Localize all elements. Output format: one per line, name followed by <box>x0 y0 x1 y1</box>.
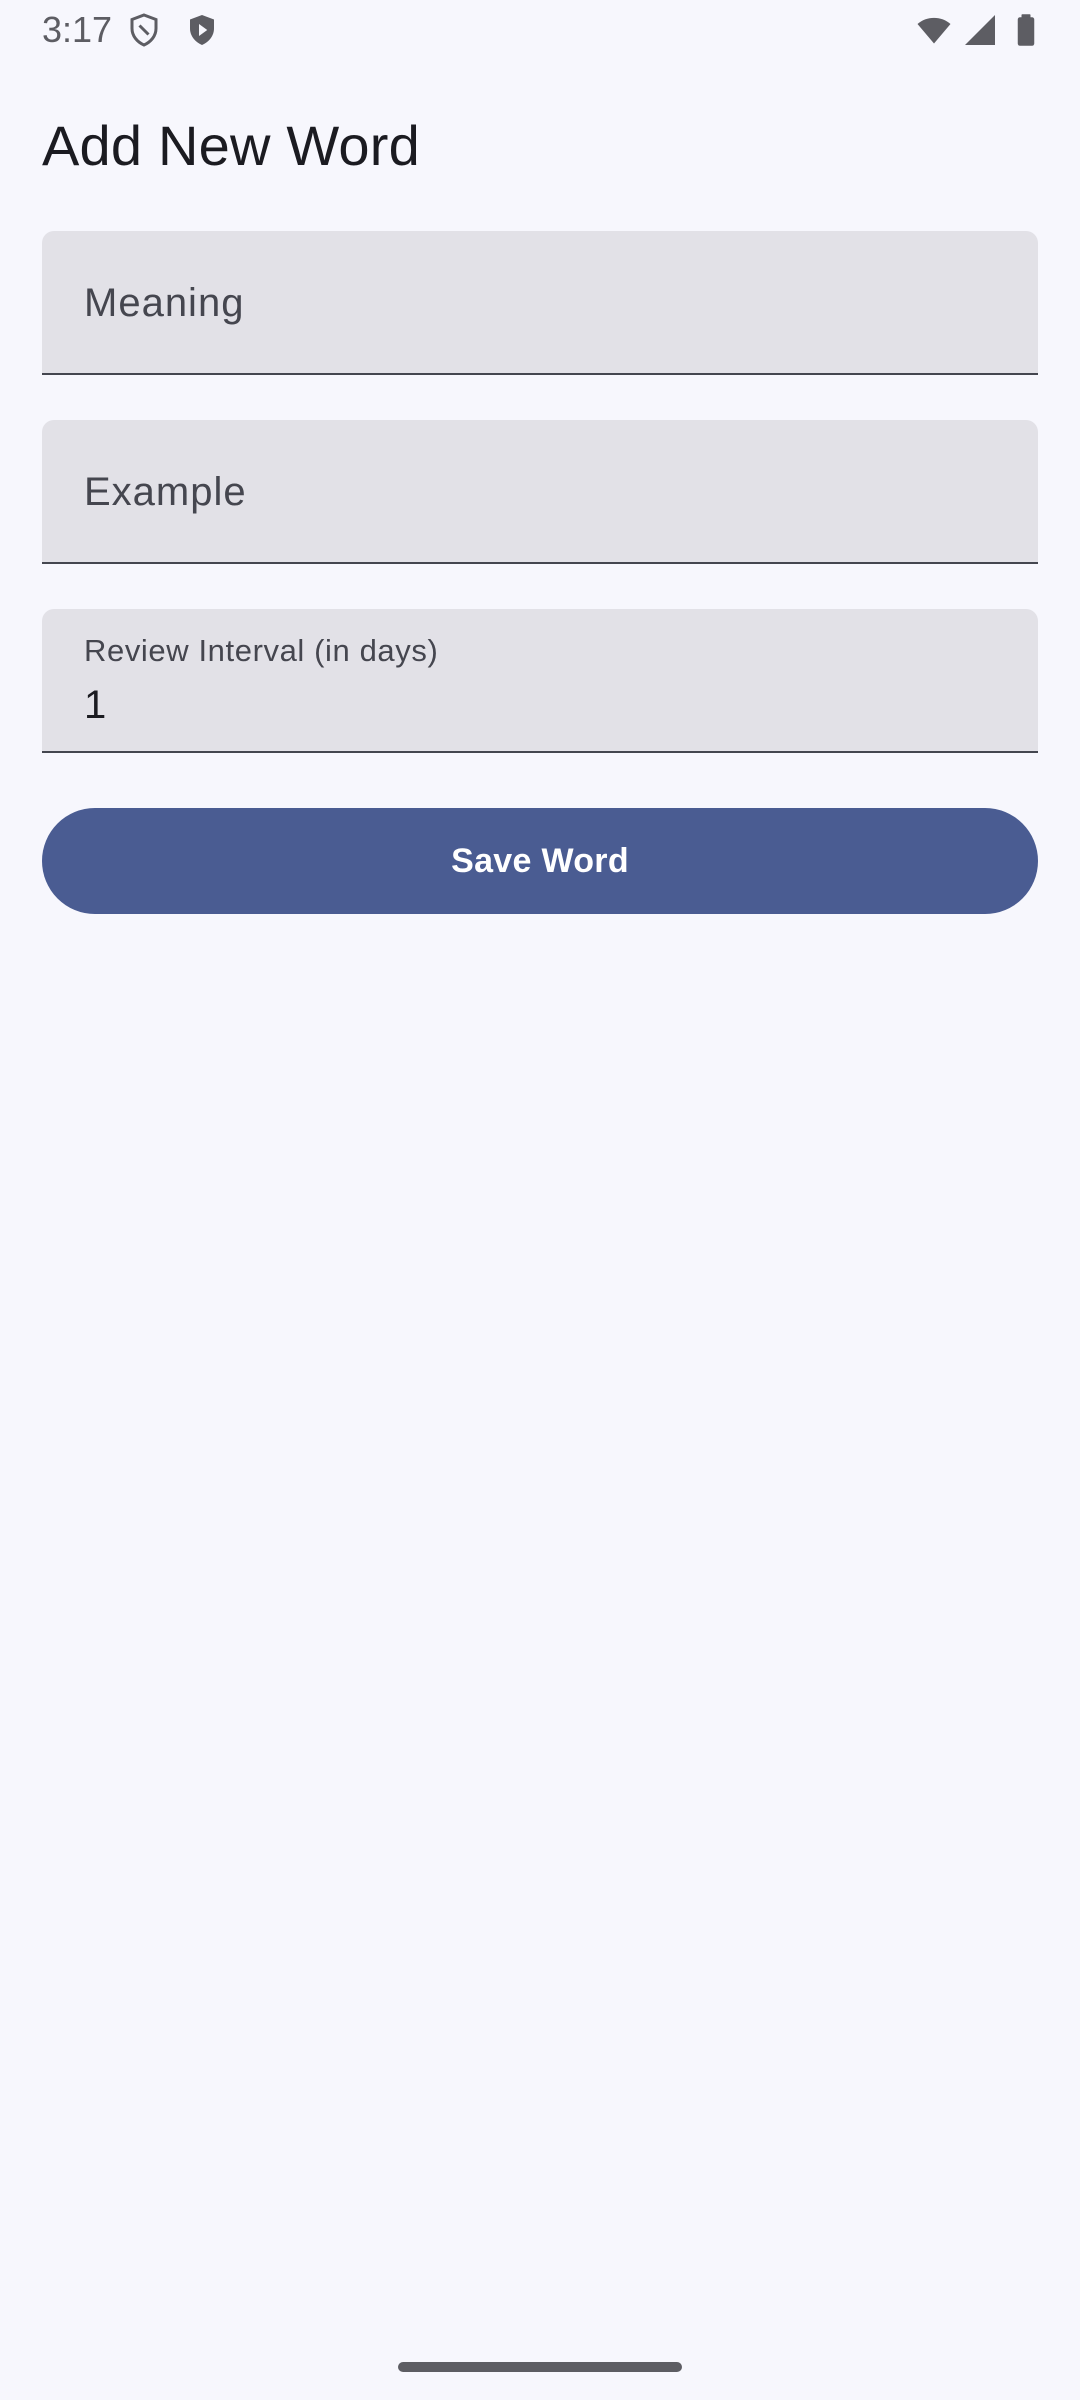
status-time: 3:17 <box>42 9 113 50</box>
wifi-icon <box>917 17 951 44</box>
review-interval-label: Review Interval (in days) <box>84 633 439 668</box>
status-bar: 3:17 <box>0 0 1080 64</box>
review-interval-value: 1 <box>84 683 107 727</box>
example-field[interactable]: Example <box>42 420 1038 564</box>
meaning-placeholder: Meaning <box>84 281 245 325</box>
status-right-icons <box>916 10 1044 50</box>
home-indicator[interactable] <box>398 2362 682 2372</box>
review-interval-field[interactable]: Review Interval (in days) 1 <box>42 609 1038 753</box>
meaning-field[interactable]: Meaning <box>42 231 1038 375</box>
cellular-signal-icon <box>965 15 995 45</box>
example-placeholder: Example <box>84 470 247 514</box>
play-protect-icon <box>190 15 214 45</box>
shield-icon <box>130 13 158 47</box>
battery-icon <box>1017 14 1035 46</box>
save-word-button[interactable]: Save Word <box>42 808 1038 914</box>
page-title: Add New Word <box>42 114 420 177</box>
